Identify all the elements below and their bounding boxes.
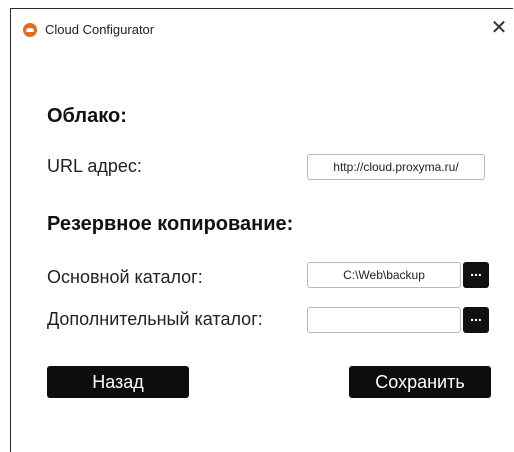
primary-browse-button[interactable]: ... (463, 262, 489, 288)
cloud-logo-icon (23, 23, 37, 37)
save-button[interactable]: Сохранить (349, 366, 491, 398)
backup-heading: Резервное копирование: (47, 213, 294, 235)
back-button[interactable]: Назад (47, 366, 189, 398)
primary-directory-input[interactable] (307, 262, 461, 288)
config-window: Cloud Configurator ✕ Облако: URL адрес: … (10, 8, 513, 452)
url-label: URL адрес: (47, 156, 142, 176)
close-icon[interactable]: ✕ (489, 17, 509, 39)
title-bar: Cloud Configurator ✕ (11, 9, 513, 49)
url-input[interactable] (307, 154, 485, 180)
secondary-directory-input[interactable] (307, 307, 461, 333)
secondary-directory-label: Дополнительный каталог: (47, 309, 263, 329)
window-title: Cloud Configurator (45, 22, 155, 37)
cloud-heading: Облако: (47, 105, 127, 127)
secondary-browse-button[interactable]: ... (463, 307, 489, 333)
primary-directory-label: Основной каталог: (47, 267, 203, 287)
